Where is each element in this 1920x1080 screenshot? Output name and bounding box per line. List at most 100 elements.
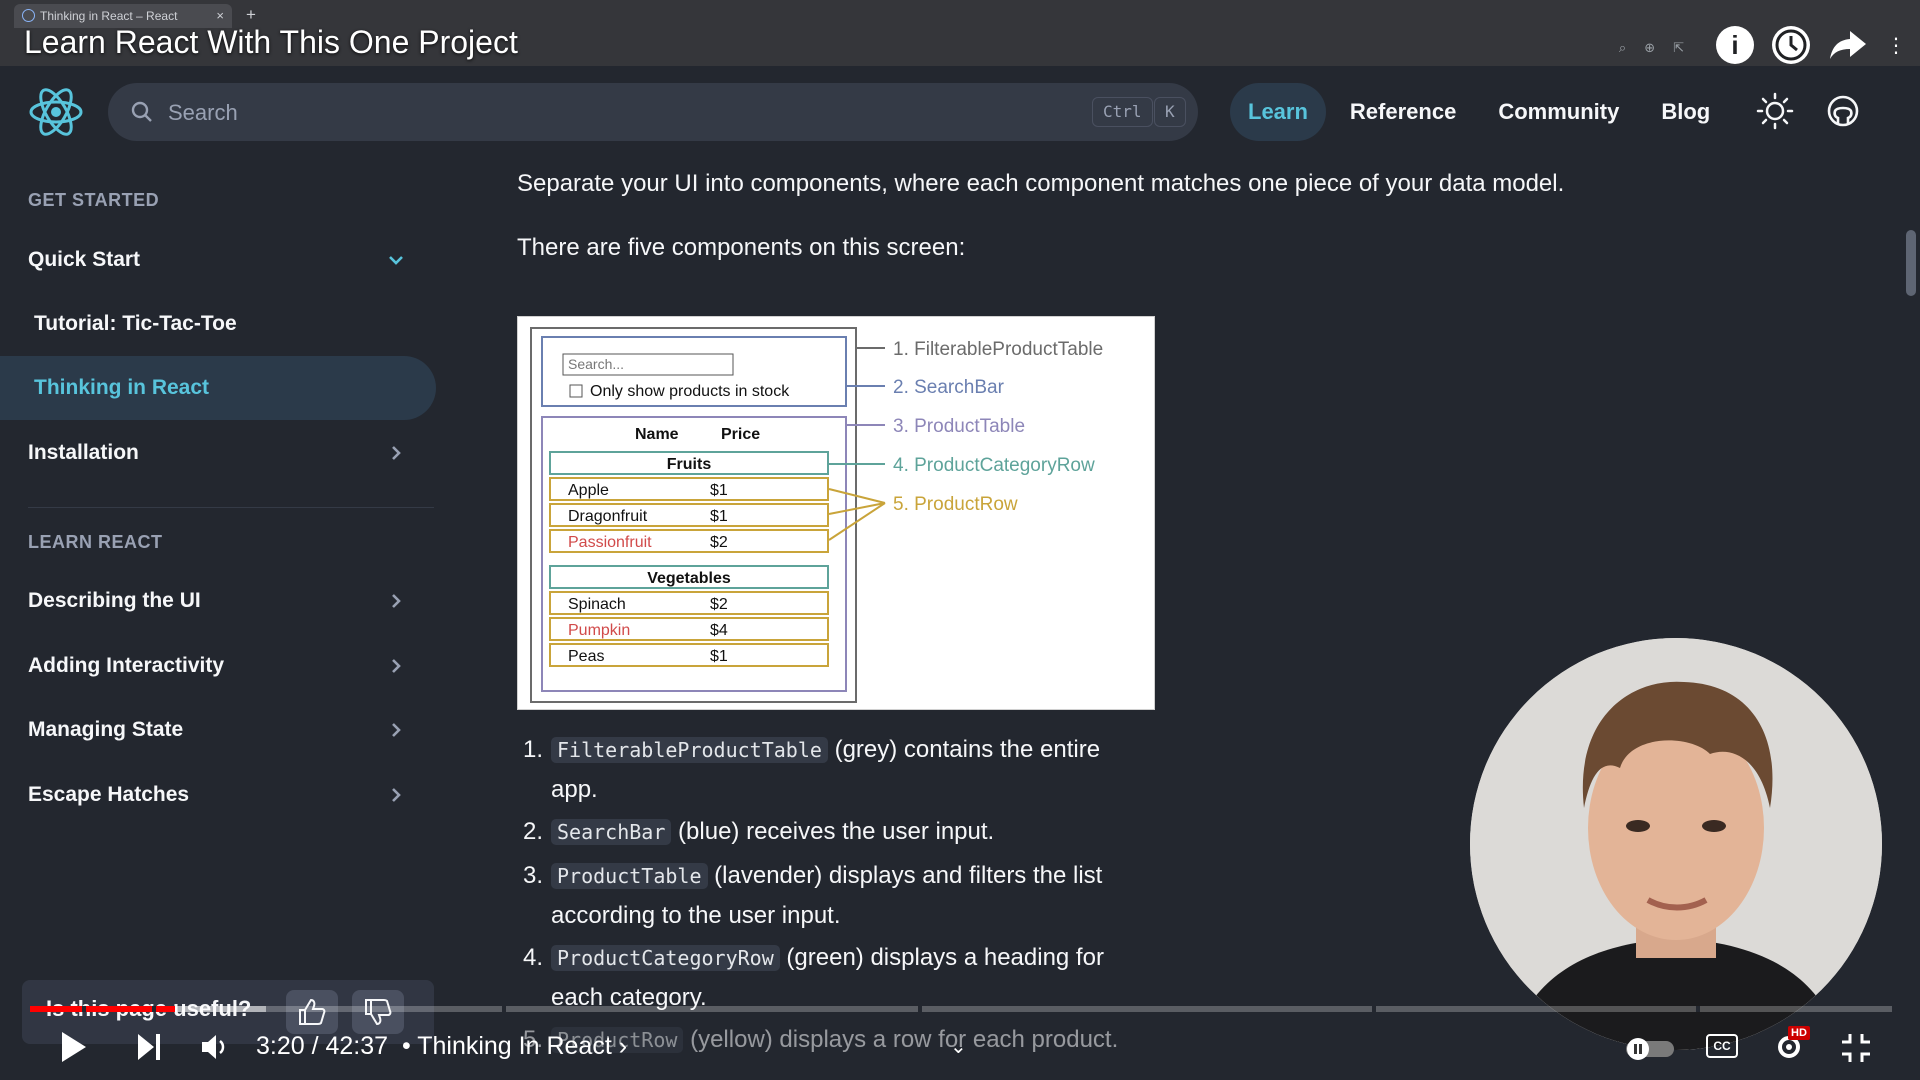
- label-search-bar: 2. SearchBar: [893, 377, 1005, 398]
- diagram-product-price: $2: [710, 534, 728, 551]
- component-diagram-svg: Search... Only show products in stock Na…: [530, 327, 1103, 703]
- chapter-marker: [918, 1006, 922, 1012]
- more-options-icon[interactable]: ⋮: [1886, 33, 1906, 58]
- nav-link-blog[interactable]: Blog: [1643, 83, 1728, 141]
- presenter-webcam: [1470, 638, 1882, 1050]
- chapter-title[interactable]: • Thinking In React ›: [402, 1032, 627, 1060]
- sidebar-item-escape-hatches[interactable]: Escape Hatches: [0, 763, 436, 827]
- info-icon[interactable]: i: [1716, 26, 1754, 64]
- volume-icon[interactable]: [198, 1030, 232, 1064]
- watch-later-icon[interactable]: [1772, 26, 1810, 64]
- react-favicon-icon: [22, 9, 35, 22]
- sidebar-item-managing-state[interactable]: Managing State: [0, 698, 436, 762]
- video-progress-bar[interactable]: [30, 1006, 1892, 1012]
- components-paragraph: There are five components on this screen…: [517, 234, 966, 261]
- sidebar-item-label: Tutorial: Tic-Tac-Toe: [34, 312, 237, 335]
- autoplay-toggle[interactable]: [1624, 1036, 1676, 1062]
- chevron-right-icon: [392, 446, 401, 460]
- shortcut-ctrl-key: Ctrl: [1092, 97, 1153, 127]
- nav-link-community[interactable]: Community: [1480, 83, 1637, 141]
- sidebar-divider: [28, 507, 434, 508]
- captions-button[interactable]: CC: [1706, 1034, 1738, 1058]
- chevron-right-icon: [392, 788, 401, 802]
- share-icon[interactable]: [1828, 29, 1868, 61]
- diagram-product-price: $1: [710, 648, 728, 665]
- diagram-product-name: Passionfruit: [568, 534, 652, 551]
- label-product-table: 3. ProductTable: [893, 416, 1025, 437]
- list-item-text-cont: according to the user input.: [551, 902, 841, 929]
- diagram-category-label: Vegetables: [647, 570, 731, 587]
- search-page-icon[interactable]: ⌕: [1619, 40, 1626, 56]
- sidebar-item-tutorial[interactable]: Tutorial: Tic-Tac-Toe: [0, 292, 436, 356]
- sidebar-item-label: Adding Interactivity: [28, 654, 225, 677]
- chapter-marker: [1372, 1006, 1376, 1012]
- sun-theme-icon[interactable]: [1756, 92, 1794, 130]
- list-item-text: (grey) contains the entire: [827, 736, 1101, 763]
- inline-code: ProductTable: [551, 863, 708, 889]
- list-item-text: (lavender) displays and filters the list: [707, 862, 1103, 889]
- tab-close-icon[interactable]: ×: [216, 8, 224, 23]
- zoom-icon[interactable]: ⊕: [1644, 40, 1655, 56]
- nav-link-reference[interactable]: Reference: [1332, 83, 1474, 141]
- nav-links: Learn Reference Community Blog: [1230, 83, 1734, 141]
- list-item-number: 3.: [523, 862, 544, 889]
- diagram-col-price: Price: [721, 426, 760, 443]
- inline-code: SearchBar: [551, 819, 672, 845]
- label-product-category-row: 4. ProductCategoryRow: [893, 455, 1095, 476]
- sidebar-item-label: Managing State: [28, 718, 184, 741]
- docs-sidebar: GET STARTED Quick Start Tutorial: Tic-Ta…: [0, 158, 440, 1080]
- settings-button[interactable]: HD: [1774, 1026, 1814, 1064]
- new-tab-button[interactable]: +: [246, 5, 256, 25]
- exit-fullscreen-icon[interactable]: [1840, 1032, 1872, 1064]
- play-icon[interactable]: [58, 1030, 88, 1064]
- list-item-number: 4.: [523, 944, 544, 971]
- docs-top-nav: Search Ctrl K Learn Reference Community …: [0, 66, 1920, 158]
- list-item-text-cont: app.: [551, 776, 598, 803]
- nav-link-learn[interactable]: Learn: [1230, 83, 1326, 141]
- diagram-product-price: $1: [710, 482, 728, 499]
- chapter-chevron-icon[interactable]: ⌄: [950, 1034, 967, 1059]
- sidebar-item-adding-interactivity[interactable]: Adding Interactivity: [0, 634, 436, 698]
- chapter-marker: [152, 1006, 156, 1012]
- sidebar-item-installation[interactable]: Installation: [0, 421, 436, 485]
- sidebar-item-thinking-in-react[interactable]: Thinking in React: [0, 356, 436, 420]
- diagram-labels: 1. FilterableProductTable 2. SearchBar 3…: [893, 339, 1103, 515]
- search-icon: [131, 101, 152, 122]
- inline-code: FilterableProductTable: [551, 737, 828, 763]
- chapter-marker: [1696, 1006, 1700, 1012]
- diagram-product-name: Apple: [568, 482, 609, 499]
- video-time: 3:20 / 42:37 • Thinking In React ›: [256, 1032, 627, 1061]
- sidebar-item-label: Thinking in React: [34, 376, 210, 399]
- chevron-right-icon: [392, 723, 401, 737]
- search-placeholder: Search: [168, 100, 238, 125]
- share-page-icon[interactable]: ⇱: [1673, 40, 1684, 56]
- docs-search-input[interactable]: Search Ctrl K: [108, 83, 1198, 141]
- github-icon[interactable]: [1826, 94, 1860, 128]
- section-title-learn-react: LEARN REACT: [28, 532, 163, 552]
- chapter-marker: [502, 1006, 506, 1012]
- diagram-checkbox-label: Only show products in stock: [590, 383, 790, 400]
- tab-title: Thinking in React – React: [40, 9, 178, 23]
- diagram-product-name: Spinach: [568, 596, 626, 613]
- next-video-icon[interactable]: [134, 1030, 164, 1064]
- video-controls: 3:20 / 42:37 • Thinking In React › ⌄ CC …: [0, 1018, 1920, 1080]
- sidebar-item-label: Installation: [28, 441, 139, 464]
- video-top-actions: i ⋮: [1716, 26, 1906, 64]
- diagram-search-placeholder: Search...: [568, 356, 624, 372]
- shortcut-k-key: K: [1154, 97, 1186, 127]
- sidebar-item-label: Quick Start: [28, 248, 141, 271]
- list-item-number: 2.: [523, 818, 544, 845]
- diagram-product-name: Peas: [568, 648, 604, 665]
- chevron-down-icon: [389, 256, 403, 265]
- diagram-product-price: $2: [710, 596, 728, 613]
- section-title-get-started: GET STARTED: [28, 190, 160, 210]
- video-title[interactable]: Learn React With This One Project: [24, 24, 518, 61]
- diagram-product-price: $4: [710, 622, 728, 639]
- component-diagram: Search... Only show products in stock Na…: [517, 316, 1155, 710]
- sidebar-item-label: Escape Hatches: [28, 783, 190, 806]
- sidebar-item-describing-the-ui[interactable]: Describing the UI: [0, 569, 436, 633]
- page-scrollbar[interactable]: [1906, 230, 1916, 296]
- sidebar-item-quick-start[interactable]: Quick Start: [0, 228, 436, 292]
- react-logo-icon[interactable]: [28, 86, 84, 138]
- diagram-product-name: Dragonfruit: [568, 508, 648, 525]
